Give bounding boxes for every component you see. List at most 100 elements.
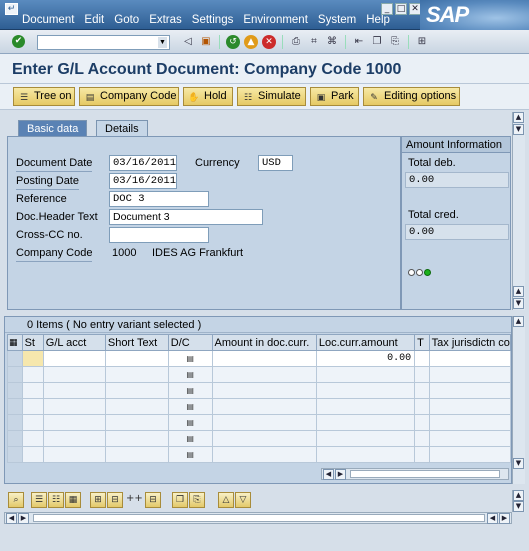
short-text-cell[interactable]: [104, 350, 169, 367]
t-cell[interactable]: [414, 382, 430, 399]
exit-icon[interactable]: ▲: [244, 35, 258, 49]
short-text-cell[interactable]: [104, 366, 169, 383]
column-short-text[interactable]: Short Text: [104, 334, 169, 351]
editing-options-button[interactable]: ✎ Editing options: [363, 87, 460, 106]
amount-doc-cell[interactable]: [211, 366, 317, 383]
scroll-left-icon[interactable]: ◀: [6, 513, 17, 524]
t-cell[interactable]: [414, 350, 430, 367]
first-page-icon[interactable]: ⇤: [352, 35, 366, 49]
short-text-cell[interactable]: [104, 398, 169, 415]
tree-on-button[interactable]: ☰ Tree on: [13, 87, 75, 106]
column-tax-jurisdiction[interactable]: Tax jurisdictn co: [428, 334, 512, 351]
amount-doc-cell[interactable]: [211, 350, 317, 367]
save-icon[interactable]: ▣: [199, 35, 213, 49]
simulate-button[interactable]: ☷ Simulate: [237, 87, 306, 106]
scroll-thumb[interactable]: [350, 470, 500, 478]
scroll-down-icon[interactable]: ▼: [513, 458, 524, 469]
amount-doc-cell[interactable]: [211, 414, 317, 431]
status-cell[interactable]: [21, 430, 44, 447]
details-icon[interactable]: ⌕: [8, 492, 24, 508]
status-cell[interactable]: [21, 366, 44, 383]
amount-doc-cell[interactable]: [211, 382, 317, 399]
table-vertical-scrollbar[interactable]: ▲ ▼: [512, 316, 525, 484]
menu-help[interactable]: Help: [366, 14, 390, 26]
minimize-icon[interactable]: _: [381, 3, 393, 15]
row-selector[interactable]: [7, 446, 23, 463]
dc-cell[interactable]: ▤: [167, 350, 213, 367]
tax-jurisdiction-cell[interactable]: [428, 350, 512, 367]
loc-amount-cell[interactable]: 0.00: [315, 350, 416, 367]
dc-cell[interactable]: ▤: [167, 414, 213, 431]
menu-settings[interactable]: Settings: [192, 14, 234, 26]
menu-goto[interactable]: Goto: [114, 14, 139, 26]
menu-system[interactable]: System: [318, 14, 356, 26]
header-text-field[interactable]: Document 3: [109, 209, 263, 225]
scroll-up-icon[interactable]: ▲: [513, 316, 524, 327]
company-code-button[interactable]: ▤ Company Code: [79, 87, 179, 106]
short-text-cell[interactable]: [104, 430, 169, 447]
scroll-right-icon[interactable]: ▶: [335, 469, 346, 480]
loc-amount-cell[interactable]: [315, 382, 416, 399]
loc-amount-cell[interactable]: [315, 414, 416, 431]
row-selector[interactable]: [7, 350, 23, 367]
short-text-cell[interactable]: [104, 446, 169, 463]
insert-row-icon[interactable]: ⊞: [90, 492, 106, 508]
loc-amount-cell[interactable]: [315, 398, 416, 415]
sort-icon[interactable]: △: [218, 492, 234, 508]
tax-jurisdiction-cell[interactable]: [428, 446, 512, 463]
dropdown-icon[interactable]: ▤: [186, 386, 194, 395]
create-session-icon[interactable]: ❐: [370, 35, 384, 49]
loc-amount-cell[interactable]: [315, 366, 416, 383]
tax-jurisdiction-cell[interactable]: [428, 430, 512, 447]
status-cell[interactable]: [21, 446, 44, 463]
scroll-down-icon[interactable]: ▼: [513, 124, 524, 135]
copy-icon[interactable]: ❐: [172, 492, 188, 508]
page-horizontal-scrollbar[interactable]: ◀ ▶ ◀ ▶: [4, 512, 512, 524]
document-date-field[interactable]: 03/16/2011: [109, 155, 177, 171]
dc-cell[interactable]: ▤: [167, 382, 213, 399]
select-all-icon[interactable]: ☰: [31, 492, 47, 508]
column-gl-acct[interactable]: G/L acct: [42, 334, 106, 351]
amount-doc-cell[interactable]: [211, 398, 317, 415]
command-dropdown-icon[interactable]: ▼: [158, 37, 167, 48]
generate-shortcut-icon[interactable]: ⎘: [388, 35, 402, 49]
row-selector[interactable]: [7, 414, 23, 431]
menu-document[interactable]: Document: [22, 14, 74, 26]
gl-acct-cell[interactable]: [42, 382, 106, 399]
row-selector[interactable]: [7, 382, 23, 399]
enter-icon[interactable]: ✔: [12, 35, 25, 48]
scroll-left-icon[interactable]: ◀: [323, 469, 334, 480]
tax-jurisdiction-cell[interactable]: [428, 382, 512, 399]
loc-amount-cell[interactable]: [315, 430, 416, 447]
command-field[interactable]: ▼: [37, 35, 170, 50]
scroll-down-icon[interactable]: ▼: [513, 298, 524, 309]
posting-date-field[interactable]: 03/16/2011: [109, 173, 177, 189]
gl-acct-cell[interactable]: [42, 398, 106, 415]
cross-cc-field[interactable]: [109, 227, 209, 243]
scroll-right-icon[interactable]: ▶: [499, 513, 510, 524]
short-text-cell[interactable]: [104, 414, 169, 431]
t-cell[interactable]: [414, 430, 430, 447]
scroll-up-icon[interactable]: ▲: [513, 490, 524, 501]
scroll-thumb[interactable]: [33, 514, 485, 522]
maximize-icon[interactable]: □: [395, 3, 407, 15]
dropdown-icon[interactable]: ▤: [186, 434, 194, 443]
back-icon[interactable]: ↺: [226, 35, 240, 49]
column-loc-curr-amount[interactable]: Loc.curr.amount: [315, 334, 416, 351]
row-selector[interactable]: [7, 430, 23, 447]
find-icon[interactable]: ⌗: [307, 35, 321, 49]
scroll-up-icon[interactable]: ▲: [513, 112, 524, 123]
column-st[interactable]: St: [21, 334, 44, 351]
status-cell[interactable]: [21, 414, 44, 431]
dropdown-icon[interactable]: ▤: [186, 402, 194, 411]
header-scrollbar[interactable]: ▲ ▼ ▲ ▼: [512, 112, 525, 310]
more-icon[interactable]: ++: [126, 492, 143, 508]
amount-doc-cell[interactable]: [211, 446, 317, 463]
tax-jurisdiction-cell[interactable]: [428, 366, 512, 383]
select-all-icon[interactable]: ▦: [7, 334, 23, 351]
dropdown-icon[interactable]: ▤: [186, 354, 194, 363]
gl-acct-cell[interactable]: [42, 430, 106, 447]
column-amount-doc-curr[interactable]: Amount in doc.curr.: [211, 334, 317, 351]
layout-menu-icon[interactable]: ⊞: [415, 35, 429, 49]
row-selector[interactable]: [7, 366, 23, 383]
